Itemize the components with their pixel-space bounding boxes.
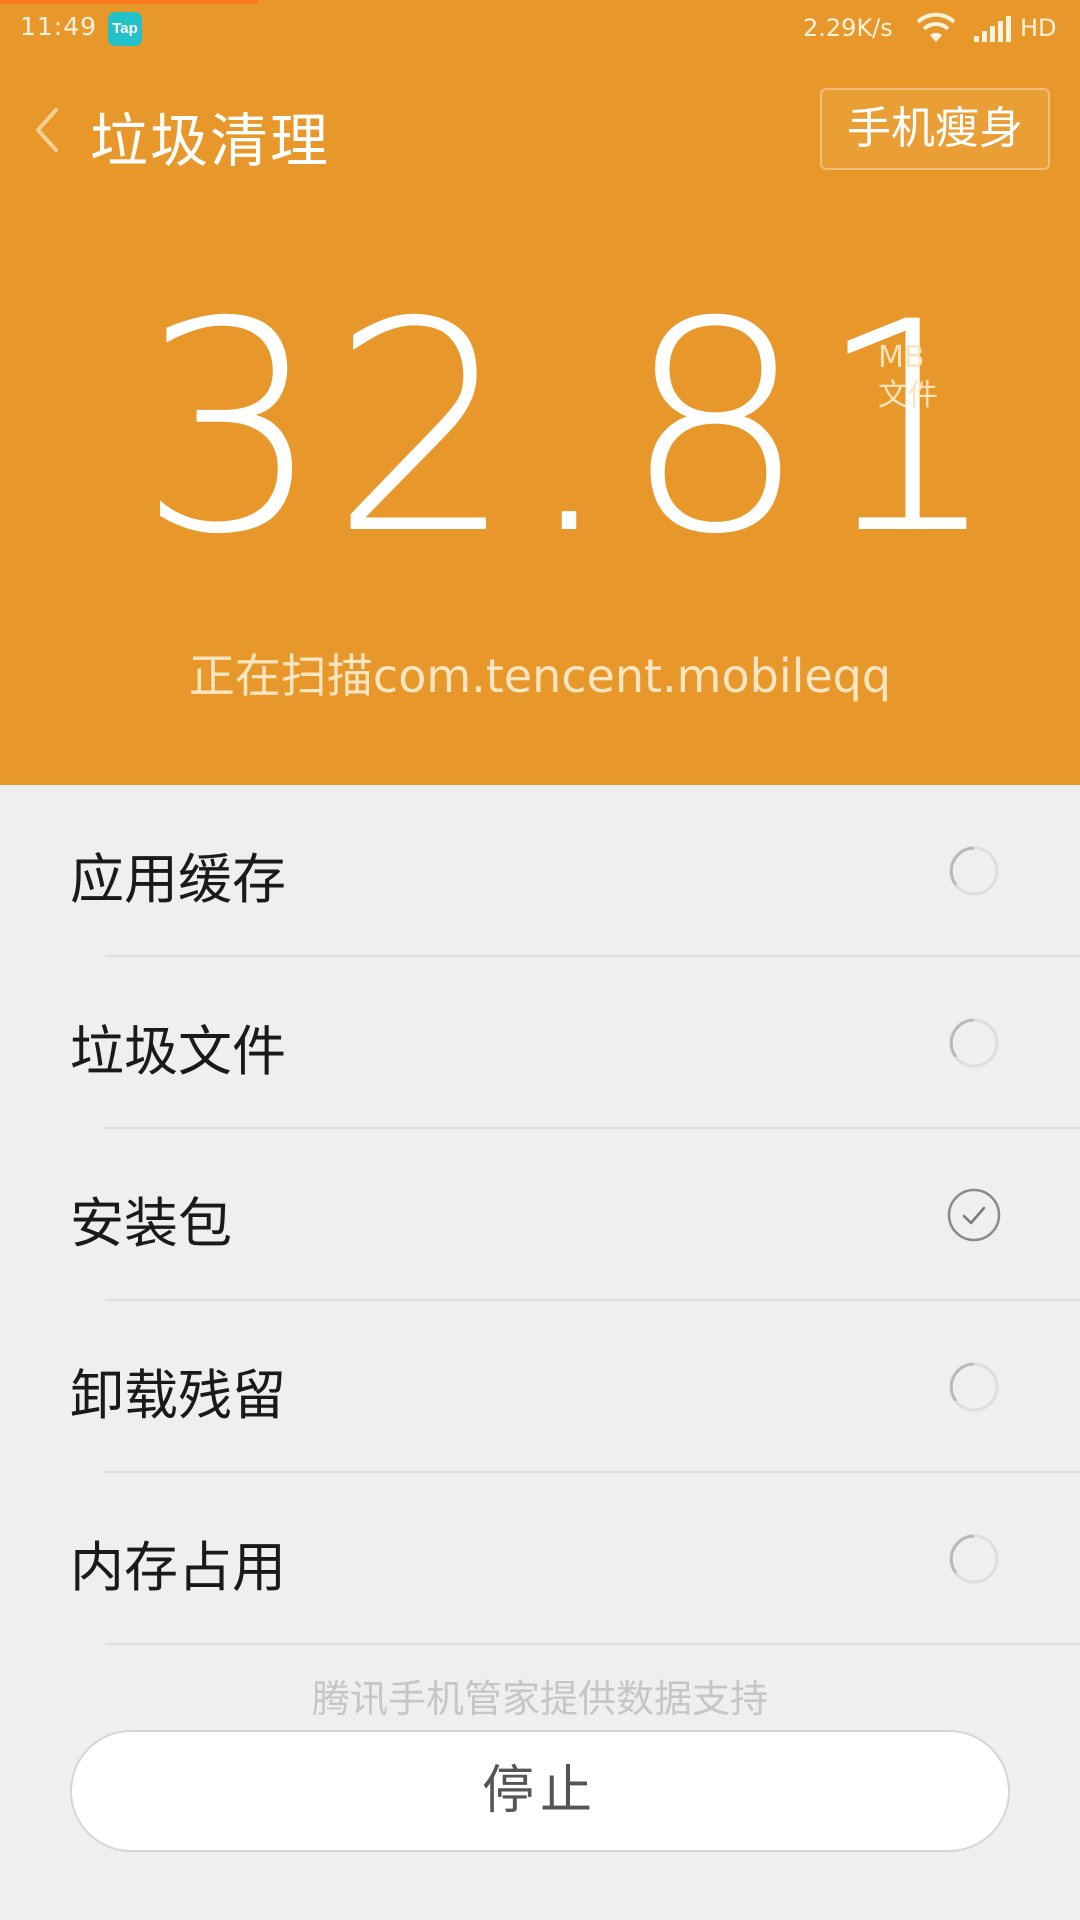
check-circle-icon — [947, 1188, 1001, 1242]
provider-note: 腾讯手机管家提供数据支持 — [311, 1677, 768, 1721]
list-item[interactable]: 安装包 — [0, 1129, 1080, 1301]
page-title: 垃圾清理 — [90, 107, 331, 175]
loading-spinner-icon — [949, 1534, 999, 1584]
wifi-icon — [916, 12, 956, 42]
size-kind: 文件 — [878, 378, 938, 413]
stop-button[interactable]: 停止 — [70, 1730, 1010, 1852]
chevron-left-icon[interactable] — [30, 104, 64, 156]
list-item[interactable]: 卸载残留 — [0, 1301, 1080, 1473]
status-bar: 11:49 Tap 2.29K/s HD — [0, 0, 1080, 58]
scan-status-text: 正在扫描com.tencent.mobileqq — [188, 649, 892, 703]
size-unit: MB — [878, 340, 925, 375]
signal-icon — [974, 16, 1011, 42]
category-label: 应用缓存 — [70, 848, 286, 911]
loading-spinner-icon — [949, 846, 999, 896]
loading-spinner-icon — [949, 1018, 999, 1068]
list-item[interactable]: 内存占用 — [0, 1473, 1080, 1645]
loading-spinner-icon — [949, 1362, 999, 1412]
list-item[interactable]: 垃圾文件 — [0, 957, 1080, 1129]
category-label: 内存占用 — [70, 1536, 286, 1599]
hd-indicator: HD — [1020, 14, 1057, 42]
category-label: 安装包 — [70, 1192, 232, 1255]
tap-app-icon: Tap — [108, 12, 142, 46]
category-label: 卸载残留 — [70, 1364, 286, 1427]
phone-slim-button[interactable]: 手机瘦身 — [820, 88, 1050, 170]
category-list: 应用缓存 垃圾文件 安装包 卸载残留 内存占用 — [0, 785, 1080, 1645]
status-time: 11:49 — [20, 12, 98, 41]
category-label: 垃圾文件 — [70, 1020, 286, 1083]
divider — [105, 1643, 1080, 1645]
network-speed: 2.29K/s — [803, 14, 893, 42]
junk-size-value: 32.81 — [138, 261, 1009, 598]
list-item[interactable]: 应用缓存 — [0, 785, 1080, 957]
